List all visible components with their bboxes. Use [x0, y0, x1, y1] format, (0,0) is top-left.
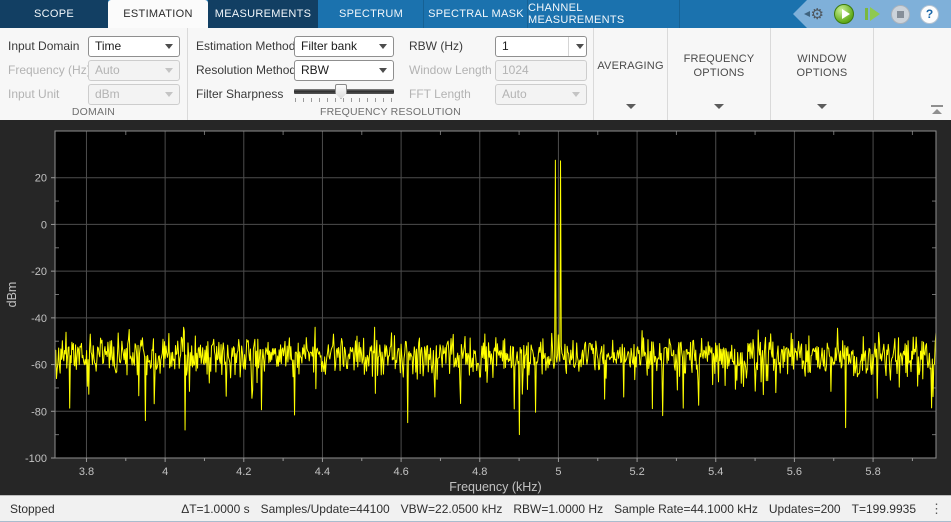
domain-section: Input Domain Time Frequency (Hz) Auto In… [0, 28, 188, 120]
svg-text:-80: -80 [31, 406, 47, 418]
tab-measurements[interactable]: MEASUREMENTS [208, 0, 318, 28]
run-icon[interactable] [834, 4, 854, 24]
chevron-down-icon [165, 68, 173, 73]
domain-section-caption: DOMAIN [0, 106, 187, 118]
input-domain-label: Input Domain [8, 39, 88, 53]
chevron-down-icon [817, 104, 827, 109]
input-unit-label: Input Unit [8, 87, 88, 101]
svg-text:-20: -20 [31, 266, 47, 278]
chevron-down-icon [379, 68, 387, 73]
metric-vbw: VBW=22.0500 kHz [401, 502, 503, 516]
svg-text:4.2: 4.2 [236, 466, 251, 478]
tab-channel-measurements[interactable]: CHANNEL MEASUREMENTS [528, 0, 680, 28]
resolution-method-dropdown[interactable]: RBW [294, 60, 394, 81]
svg-text:4.6: 4.6 [393, 466, 408, 478]
fft-length-dropdown: Auto [495, 84, 587, 105]
quick-access-toolbar: ⚙ ? [793, 0, 951, 28]
svg-text:5.8: 5.8 [865, 466, 880, 478]
metric-delta-t: ΔT=1.0000 s [181, 502, 249, 516]
tab-estimation[interactable]: ESTIMATION [108, 0, 208, 28]
scope-state: Stopped [0, 502, 55, 516]
spectrum-plot-panel: 3.8 4 4.2 4.4 4.6 4.8 5 5.2 5.4 5.6 5.8 20 0 -20 -40 -6… [0, 120, 951, 495]
svg-text:3.8: 3.8 [79, 466, 94, 478]
chevron-down-icon [626, 104, 636, 109]
frequency-label: Frequency (Hz) [8, 63, 88, 77]
averaging-button[interactable]: AVERAGING [594, 28, 668, 120]
metric-rbw: RBW=1.0000 Hz [513, 502, 603, 516]
tab-scope[interactable]: SCOPE [0, 0, 108, 28]
svg-text:20: 20 [35, 173, 47, 185]
input-unit-dropdown: dBm [88, 84, 180, 105]
spectrum-analyzer-window: SCOPE ESTIMATION MEASUREMENTS SPECTRUM S… [0, 0, 951, 522]
filter-sharpness-slider[interactable] [294, 83, 394, 105]
toolbar-tail [874, 28, 951, 120]
chevron-down-icon [379, 44, 387, 49]
svg-text:5.2: 5.2 [629, 466, 644, 478]
chevron-down-icon [576, 44, 584, 49]
help-icon[interactable]: ? [920, 5, 939, 24]
playback-settings-icon[interactable]: ⚙ [811, 7, 824, 22]
svg-text:-60: -60 [31, 360, 47, 372]
metric-sample-rate: Sample Rate=44.1000 kHz [614, 502, 758, 516]
svg-text:dBm: dBm [5, 282, 19, 308]
svg-text:4.4: 4.4 [315, 466, 330, 478]
estimation-method-label: Estimation Method [196, 39, 294, 53]
svg-text:5: 5 [555, 466, 561, 478]
filter-sharpness-label: Filter Sharpness [196, 87, 294, 101]
svg-text:Frequency (kHz): Frequency (kHz) [449, 480, 541, 494]
rbw-combobox[interactable]: 1 [495, 36, 587, 57]
tab-spectral-mask[interactable]: SPECTRAL MASK [424, 0, 528, 28]
step-forward-icon[interactable] [864, 7, 881, 21]
rbw-label: RBW (Hz) [409, 39, 495, 53]
tab-spectrum[interactable]: SPECTRUM [318, 0, 424, 28]
chevron-down-icon [714, 104, 724, 109]
fft-length-label: FFT Length [409, 87, 495, 101]
status-metrics: ΔT=1.0000 s Samples/Update=44100 VBW=22.… [181, 502, 951, 516]
tabbar-filler [680, 0, 793, 28]
chevron-down-icon [165, 44, 173, 49]
resolution-method-label: Resolution Method [196, 63, 294, 77]
metric-samples-update: Samples/Update=44100 [261, 502, 390, 516]
filter-sharpness-thumb[interactable] [335, 84, 347, 99]
ribbon-tabbar: SCOPE ESTIMATION MEASUREMENTS SPECTRUM S… [0, 0, 951, 28]
svg-text:0: 0 [41, 219, 47, 231]
estimation-method-dropdown[interactable]: Filter bank [294, 36, 394, 57]
frequency-options-button[interactable]: FREQUENCY OPTIONS [668, 28, 771, 120]
svg-text:-40: -40 [31, 313, 47, 325]
collapse-toolstrip-button[interactable] [931, 105, 943, 114]
metric-time: T=199.9935 [852, 502, 916, 516]
status-menu-icon[interactable]: ⋮ [927, 502, 946, 515]
svg-text:-100: -100 [25, 453, 47, 465]
svg-text:4: 4 [162, 466, 168, 478]
frequency-resolution-section: Estimation Method Filter bank RBW (Hz) 1… [188, 28, 594, 120]
chevron-down-icon [572, 92, 580, 97]
estimation-toolstrip: Input Domain Time Frequency (Hz) Auto In… [0, 28, 951, 120]
input-domain-dropdown[interactable]: Time [88, 36, 180, 57]
svg-text:4.8: 4.8 [472, 466, 487, 478]
statusbar: Stopped ΔT=1.0000 s Samples/Update=44100… [0, 495, 951, 522]
slider-ticks [295, 98, 393, 102]
chevron-down-icon [165, 92, 173, 97]
metric-updates: Updates=200 [769, 502, 841, 516]
window-options-button[interactable]: WINDOW OPTIONS [771, 28, 874, 120]
window-length-field: 1024 [495, 60, 587, 81]
frequency-resolution-caption: FREQUENCY RESOLUTION [188, 106, 593, 118]
spectrum-plot[interactable]: 3.8 4 4.2 4.4 4.6 4.8 5 5.2 5.4 5.6 5.8 20 0 -20 -40 -6… [0, 120, 951, 495]
svg-text:5.4: 5.4 [708, 466, 723, 478]
window-length-label: Window Length [409, 63, 495, 77]
svg-text:5.6: 5.6 [787, 466, 802, 478]
stop-icon [891, 5, 910, 24]
frequency-dropdown: Auto [88, 60, 180, 81]
